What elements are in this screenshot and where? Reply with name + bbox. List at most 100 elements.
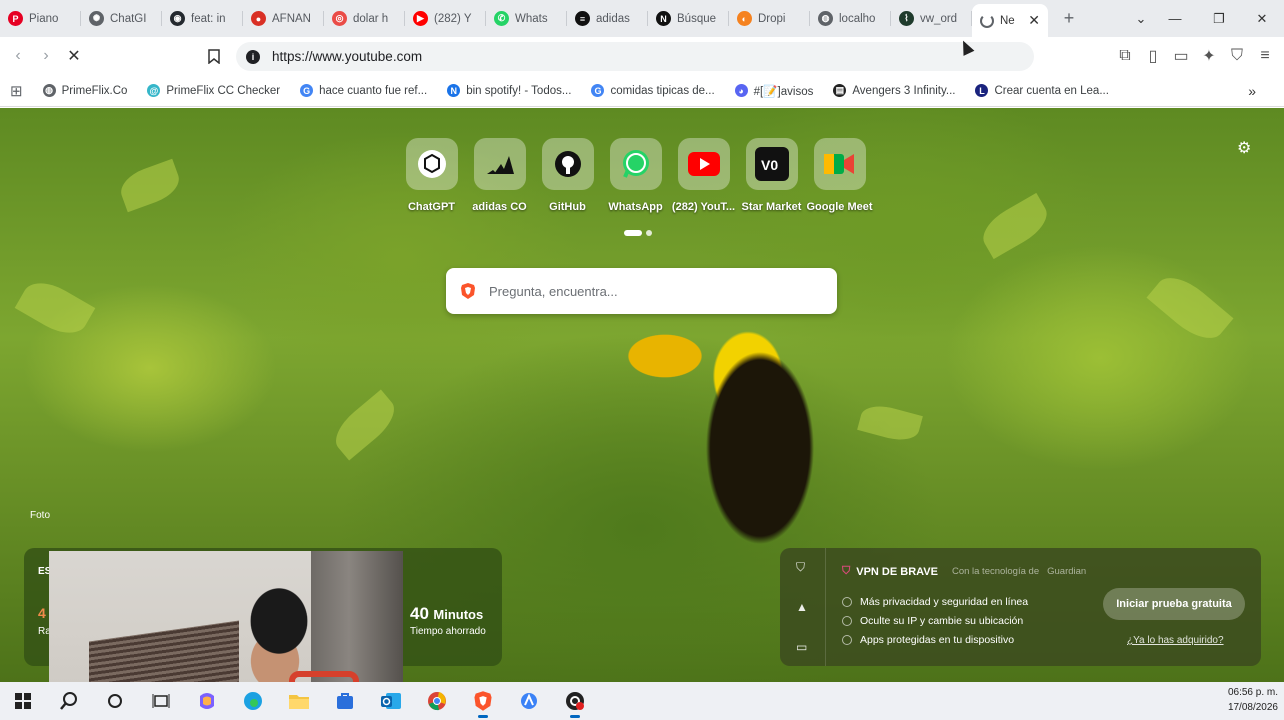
bookmark-item[interactable]: Nbin spotify! - Todos... bbox=[447, 84, 571, 97]
top-site-tile[interactable]: adidas CO bbox=[472, 138, 527, 213]
active-tab-title: Ne bbox=[1000, 14, 1015, 27]
site-info-icon[interactable]: i bbox=[246, 49, 260, 64]
target-icon: ◎ bbox=[332, 11, 347, 26]
youtube-icon bbox=[677, 138, 730, 190]
chart-icon: ⌇ bbox=[899, 11, 914, 26]
menu-icon[interactable]: ≡ bbox=[1251, 42, 1279, 70]
browser-tab[interactable]: ✆ Whats bbox=[486, 0, 567, 37]
maximize-button[interactable]: ❐ bbox=[1197, 0, 1241, 37]
top-site-label: Google Meet bbox=[806, 201, 873, 213]
vpn-powered-by: Con la tecnología de bbox=[951, 566, 1040, 577]
more-bookmarks-icon[interactable]: » bbox=[1248, 83, 1256, 99]
top-site-tile[interactable]: ChatGPT bbox=[405, 138, 458, 213]
browser-tab[interactable]: ◐ Dropi bbox=[729, 0, 810, 37]
browser-tab[interactable]: ● AFNAN bbox=[243, 0, 324, 37]
store-icon[interactable] bbox=[322, 682, 368, 720]
top-sites-pager[interactable] bbox=[624, 230, 652, 236]
tab-title: adidas bbox=[596, 12, 630, 25]
search-input[interactable]: Pregunta, encuentra... bbox=[489, 284, 618, 299]
browser-tab[interactable]: N Búsque bbox=[648, 0, 729, 37]
cortana-icon[interactable] bbox=[92, 682, 138, 720]
chrome-icon[interactable] bbox=[414, 682, 460, 720]
apps-grid-icon[interactable]: ⊞ bbox=[10, 82, 23, 100]
vpn-feature: Más privacidad y seguridad en línea bbox=[842, 596, 1028, 608]
video-icon[interactable]: ▭ bbox=[796, 640, 807, 654]
edge-icon[interactable] bbox=[230, 682, 276, 720]
check-icon bbox=[842, 597, 852, 607]
vpn-shield-icon[interactable]: ⛉ bbox=[1223, 42, 1251, 70]
youtube-icon: ▶ bbox=[413, 11, 428, 26]
bookmark-icon[interactable] bbox=[200, 42, 228, 70]
github-icon: ◉ bbox=[170, 11, 185, 26]
rewards-triangle-icon[interactable]: ▲ bbox=[796, 600, 808, 614]
pager-dot[interactable] bbox=[646, 230, 652, 236]
pager-dot-active[interactable] bbox=[624, 230, 642, 236]
browser-tab[interactable]: ≡ adidas bbox=[567, 0, 648, 37]
tab-title: Piano bbox=[29, 12, 59, 25]
star-market-icon: V0 bbox=[745, 138, 798, 190]
close-tab-icon[interactable]: ✕ bbox=[1028, 12, 1040, 29]
bookmark-item[interactable]: ▤ Avengers 3 Infinity... bbox=[833, 84, 955, 97]
forward-button[interactable]: › bbox=[32, 42, 60, 70]
top-site-tile[interactable]: (282) YouT... bbox=[672, 138, 735, 213]
leo-ai-icon[interactable]: ✦ bbox=[1195, 42, 1223, 70]
browser-tab[interactable]: ◎ dolar h bbox=[324, 0, 405, 37]
browser-tab[interactable]: ⌇ vw_ord bbox=[891, 0, 972, 37]
top-site-tile[interactable]: V0 Star Market bbox=[742, 138, 801, 213]
settings-gear-icon[interactable]: ⚙ bbox=[1237, 138, 1251, 158]
clock-date: 17/08/2026 bbox=[1227, 702, 1278, 713]
outlook-icon[interactable] bbox=[368, 682, 414, 720]
task-view-icon[interactable] bbox=[138, 682, 184, 720]
already-purchased-link[interactable]: ¿Ya lo has adquirido? bbox=[1127, 635, 1224, 646]
system-clock[interactable]: 06:56 p. m. 17/08/2026 bbox=[1228, 685, 1278, 715]
browser-tab[interactable]: ◉ feat: in bbox=[162, 0, 243, 37]
active-tab[interactable]: Ne ✕ bbox=[972, 4, 1048, 37]
top-site-tile[interactable]: Google Meet bbox=[807, 138, 873, 213]
back-button[interactable]: ‹ bbox=[4, 42, 32, 70]
stop-loading-button[interactable]: ✕ bbox=[60, 42, 88, 70]
top-site-label: ChatGPT bbox=[407, 201, 456, 213]
tab-title: vw_ord bbox=[920, 12, 958, 25]
tab-title: Búsque bbox=[677, 12, 717, 25]
bookmark-label: #[📝]avisos bbox=[753, 85, 814, 98]
top-site-label: (282) YouT... bbox=[671, 201, 736, 213]
vpn-feature: Apps protegidas en tu dispositivo bbox=[842, 634, 1014, 646]
browser-tab[interactable]: ✺ ChatGI bbox=[81, 0, 162, 37]
bookmark-item[interactable]: L Crear cuenta en Lea... bbox=[975, 84, 1109, 97]
tab-title: Whats bbox=[515, 12, 548, 25]
minimize-button[interactable]: — bbox=[1153, 0, 1197, 37]
close-window-button[interactable]: ✕ bbox=[1240, 0, 1284, 37]
check-icon bbox=[842, 635, 852, 645]
search-box[interactable]: Pregunta, encuentra... bbox=[446, 268, 837, 314]
brave-taskbar-icon[interactable] bbox=[460, 682, 506, 720]
top-site-tile[interactable]: GitHub bbox=[541, 138, 594, 213]
browser-tab[interactable]: P Piano bbox=[0, 0, 81, 37]
browser-tab[interactable]: ▶ (282) Y bbox=[405, 0, 486, 37]
wallet-icon[interactable]: ▭ bbox=[1167, 42, 1195, 70]
copilot-icon[interactable] bbox=[184, 682, 230, 720]
start-button[interactable] bbox=[0, 682, 46, 720]
search-icon[interactable] bbox=[46, 682, 92, 720]
shield-icon[interactable]: ⛉ bbox=[796, 560, 805, 575]
bookmark-item[interactable]: Gcomidas tipicas de... bbox=[591, 84, 715, 97]
adidas-icon: ≡ bbox=[575, 11, 590, 26]
bookmark-item[interactable]: ◕ #[📝]avisos bbox=[734, 84, 814, 98]
extensions-icon[interactable]: ⧉ bbox=[1111, 42, 1139, 70]
file-explorer-icon[interactable] bbox=[276, 682, 322, 720]
vscode-like-icon[interactable] bbox=[506, 682, 552, 720]
bookmark-label: hace cuanto fue ref... bbox=[319, 84, 428, 97]
chatgpt-icon bbox=[405, 138, 458, 190]
new-tab-button[interactable]: + bbox=[1054, 8, 1084, 29]
bookmark-item[interactable]: ◍ PrimeFlix.Co bbox=[42, 84, 127, 97]
bookmark-item[interactable]: @ PrimeFlix CC Checker bbox=[147, 84, 280, 97]
google-icon: G bbox=[591, 84, 605, 97]
top-site-tile[interactable]: WhatsApp bbox=[608, 138, 663, 213]
tab-title: ChatGI bbox=[110, 12, 147, 25]
bookmark-item[interactable]: Ghace cuanto fue ref... bbox=[300, 84, 427, 97]
start-trial-button[interactable]: Iniciar prueba gratuita bbox=[1103, 588, 1245, 620]
time-saved: 40 Minutos Tiempo ahorrado bbox=[410, 604, 486, 637]
address-bar[interactable]: i https://www.youtube.com bbox=[236, 42, 1034, 71]
recording-app-icon[interactable] bbox=[552, 682, 598, 720]
sidebar-icon[interactable]: ▯ bbox=[1139, 42, 1167, 70]
browser-tab[interactable]: ◍ localho bbox=[810, 0, 891, 37]
